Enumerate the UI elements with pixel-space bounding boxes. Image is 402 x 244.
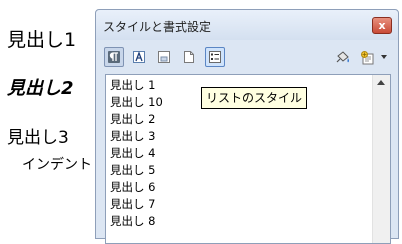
fill-format-mode-button[interactable] — [332, 47, 352, 67]
panel-title: スタイルと書式設定 — [103, 20, 212, 34]
styles-toolbar — [104, 46, 394, 72]
vertical-scrollbar[interactable] — [372, 75, 390, 243]
tooltip: リストのスタイル — [201, 87, 308, 109]
new-style-from-selection-icon — [361, 51, 374, 65]
list-item[interactable]: 見出し 7 — [110, 196, 155, 212]
list-styles-icon — [209, 51, 221, 63]
frame-styles-button[interactable] — [154, 47, 174, 67]
new-style-from-selection-button[interactable] — [357, 47, 377, 67]
panel-titlebar[interactable]: スタイルと書式設定 x — [96, 10, 398, 40]
page-styles-icon — [184, 51, 194, 63]
styles-and-formatting-panel: スタイルと書式設定 x 見出し 1 見出し 10 見出し 2 見出し 3 見出し… — [95, 9, 399, 244]
list-item[interactable]: 見出し 5 — [110, 162, 155, 178]
list-item[interactable]: 見出し 2 — [110, 111, 155, 127]
list-item[interactable]: 見出し 3 — [110, 128, 155, 144]
document-heading-2: 見出し2 — [7, 78, 74, 99]
list-item[interactable]: 見出し 6 — [110, 179, 155, 195]
document-indent-text: インデント — [22, 157, 92, 173]
character-styles-button[interactable] — [129, 47, 149, 67]
document-heading-3: 見出し3 — [7, 128, 69, 148]
new-style-dropdown-icon[interactable] — [381, 55, 387, 59]
frame-styles-icon — [158, 51, 170, 63]
list-item[interactable]: 見出し 1 — [110, 77, 155, 93]
page-styles-button[interactable] — [179, 47, 199, 67]
paragraph-styles-button[interactable] — [104, 47, 124, 67]
list-item[interactable]: 見出し 4 — [110, 145, 155, 161]
list-item[interactable]: 見出し 10 — [110, 94, 163, 110]
list-styles-button[interactable] — [205, 47, 225, 67]
scroll-up-arrow-icon[interactable] — [377, 80, 385, 85]
character-styles-icon — [133, 51, 145, 63]
fill-format-mode-icon — [336, 51, 350, 63]
list-item[interactable]: 見出し 8 — [110, 213, 155, 229]
document-heading-1: 見出し1 — [7, 29, 77, 51]
close-icon: x — [378, 19, 386, 32]
paragraph-styles-icon — [108, 51, 120, 63]
close-button[interactable]: x — [372, 17, 392, 34]
